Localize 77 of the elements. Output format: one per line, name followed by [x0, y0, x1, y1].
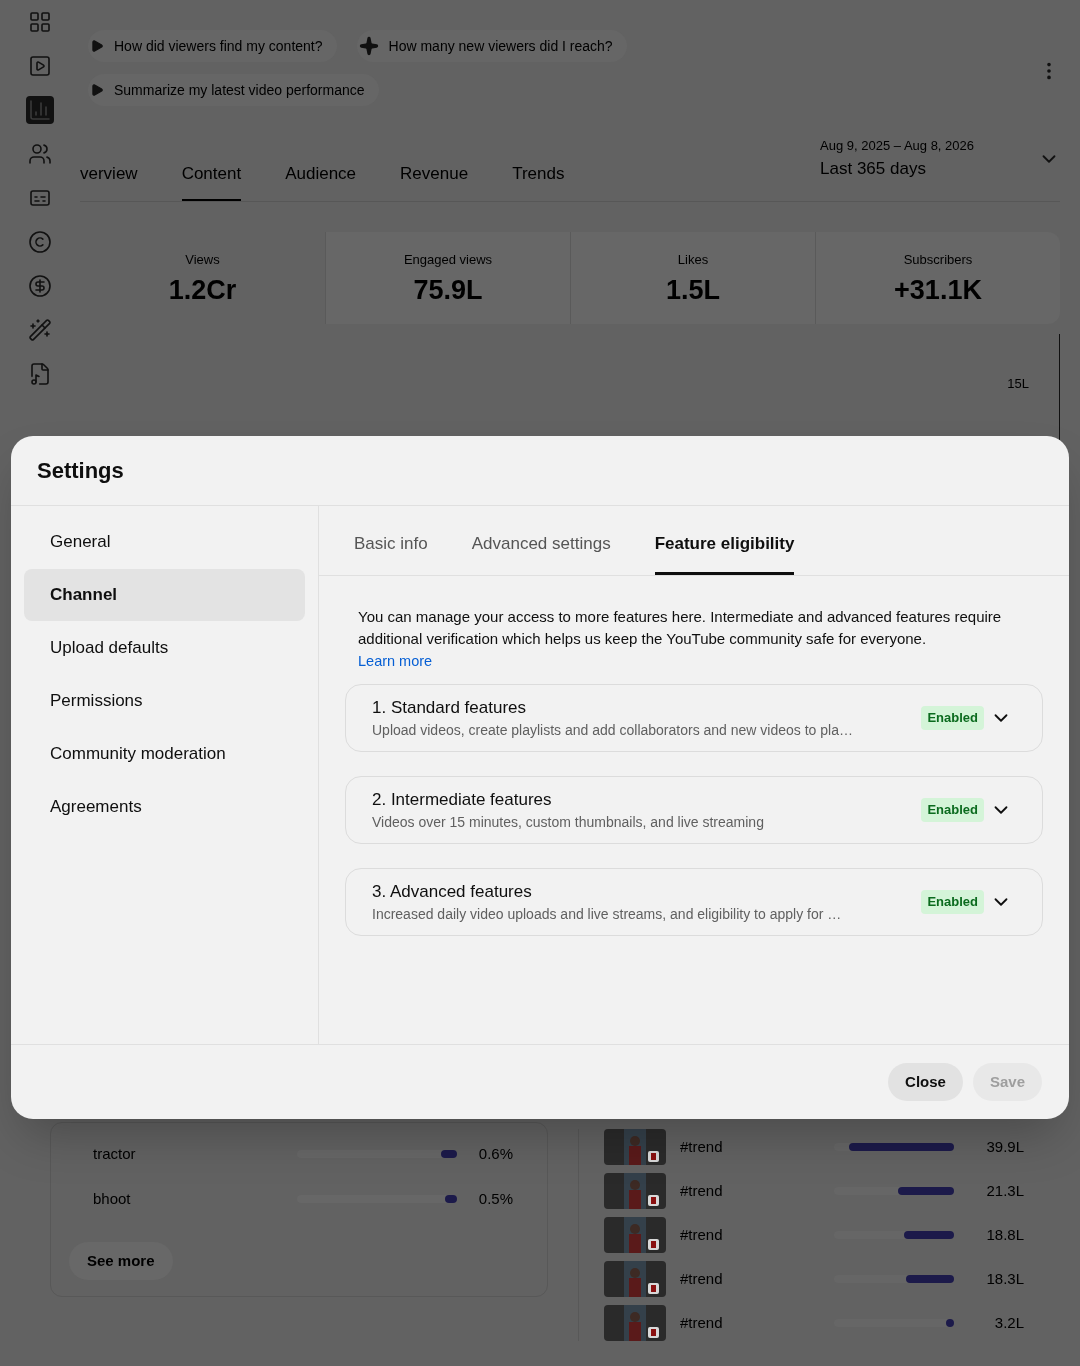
- metric-value: 1.5L: [666, 273, 720, 307]
- triangle-icon: [90, 83, 104, 97]
- view-count: 18.8L: [985, 1224, 1024, 1245]
- status-badge: Enabled: [921, 890, 984, 914]
- copyright-icon: [28, 230, 52, 254]
- analytics-icon: [28, 98, 52, 122]
- nav-item[interactable]: Agreements: [24, 781, 305, 833]
- metric-label: Engaged views: [403, 251, 493, 269]
- nav-item[interactable]: Permissions: [24, 675, 305, 727]
- view-count: 18.3L: [985, 1268, 1024, 1289]
- view-count: 3.2L: [993, 1312, 1024, 1333]
- nav-item[interactable]: General: [24, 516, 305, 568]
- metric-card[interactable]: Likes 1.5L: [570, 232, 815, 324]
- feature-title: 3. Advanced features: [372, 880, 533, 903]
- learn-more-link[interactable]: Learn more: [358, 650, 433, 672]
- tab[interactable]: verview: [80, 149, 138, 201]
- tab[interactable]: Audience: [285, 149, 357, 201]
- metric-label: Likes: [677, 251, 709, 269]
- feature-title: 1. Standard features: [372, 696, 528, 719]
- music-file-icon: [28, 362, 52, 386]
- magic-wand-icon: [28, 318, 52, 342]
- people-icon: [28, 142, 52, 166]
- metric-label: Views: [185, 251, 220, 269]
- copyright-button[interactable]: [26, 228, 54, 256]
- video-library-icon: [28, 54, 52, 78]
- nav-item[interactable]: Upload defaults: [24, 622, 305, 674]
- triangle-icon: [90, 39, 104, 53]
- feature-card[interactable]: 3. Advanced features Increased daily video uploads and live streams, and eligibility to apply for … Enabled: [345, 868, 1043, 936]
- video-title: #trend: [680, 1268, 723, 1289]
- feature-description: Increased daily video uploads and live streams, and eligibility to apply for …: [372, 905, 843, 925]
- axis-tick: 15L: [1007, 375, 1029, 393]
- metric-card[interactable]: Engaged views 75.9L: [325, 232, 570, 324]
- tab[interactable]: Feature eligibility: [654, 525, 795, 575]
- tab[interactable]: Basic info: [354, 525, 428, 575]
- tab[interactable]: Advanced settings: [471, 525, 611, 575]
- tab[interactable]: Revenue: [400, 149, 469, 201]
- view-count: 39.9L: [985, 1136, 1024, 1157]
- video-title: #trend: [680, 1312, 723, 1333]
- feature-card[interactable]: 2. Intermediate features Videos over 15 minutes, custom thumbnails, and live streaming Enabled: [345, 776, 1043, 844]
- tab[interactable]: Trends: [512, 149, 565, 201]
- percentage: 0.6%: [477, 1144, 513, 1164]
- dollar-button[interactable]: [26, 272, 54, 300]
- search-term: tractor: [93, 1144, 136, 1164]
- metric-card[interactable]: Subscribers +31.1K: [815, 232, 1060, 324]
- feature-title: 2. Intermediate features: [372, 788, 553, 811]
- metric-value: 1.2Cr: [168, 273, 237, 307]
- view-count: 21.3L: [985, 1180, 1024, 1201]
- magic-wand-button[interactable]: [26, 316, 54, 344]
- suggestion-chip[interactable]: How many new viewers did I reach?: [356, 30, 627, 62]
- status-badge: Enabled: [921, 706, 984, 730]
- metric-value: +31.1K: [894, 273, 982, 307]
- video-title: #trend: [680, 1224, 723, 1245]
- feature-description: Videos over 15 minutes, custom thumbnails, and live streaming: [372, 813, 765, 833]
- nav-item[interactable]: Community moderation: [24, 728, 305, 780]
- video-title: #trend: [680, 1180, 723, 1201]
- metric-label: Subscribers: [903, 251, 973, 269]
- feature-card[interactable]: 1. Standard features Upload videos, create playlists and add collaborators and new videos to pla… Enabled: [345, 684, 1043, 752]
- video-title: #trend: [680, 1136, 723, 1157]
- nav-item[interactable]: Channel: [24, 569, 305, 621]
- metric-value: 75.9L: [413, 273, 483, 307]
- dialog-button[interactable]: Close: [888, 1063, 963, 1101]
- suggestion-chip[interactable]: How did viewers find my content?: [88, 30, 337, 62]
- period-label: Last 365 days: [820, 157, 927, 180]
- dashboard-icon: [28, 10, 52, 34]
- sparkle-icon: [358, 36, 379, 56]
- search-term: bhoot: [93, 1188, 131, 1209]
- percentage: 0.5%: [477, 1188, 513, 1209]
- metric-card[interactable]: Views 1.2Cr: [80, 232, 325, 324]
- see-more-button[interactable]: See more: [69, 1242, 173, 1280]
- intro-text: You can manage your access to more features here. Intermediate and advanced features require additional verification which helps us keep the YouTube community safe for everyone.: [357, 607, 1003, 649]
- feature-description: Upload videos, create playlists and add collaborators and new videos to pla…: [372, 721, 854, 741]
- status-badge: Enabled: [921, 798, 984, 822]
- dialog-title: Settings: [37, 457, 124, 485]
- tab[interactable]: Content: [181, 149, 242, 201]
- dollar-icon: [28, 274, 52, 298]
- suggestion-chip[interactable]: Summarize my latest video performance: [88, 74, 379, 106]
- date-range: Aug 9, 2025 – Aug 8, 2026: [820, 137, 974, 155]
